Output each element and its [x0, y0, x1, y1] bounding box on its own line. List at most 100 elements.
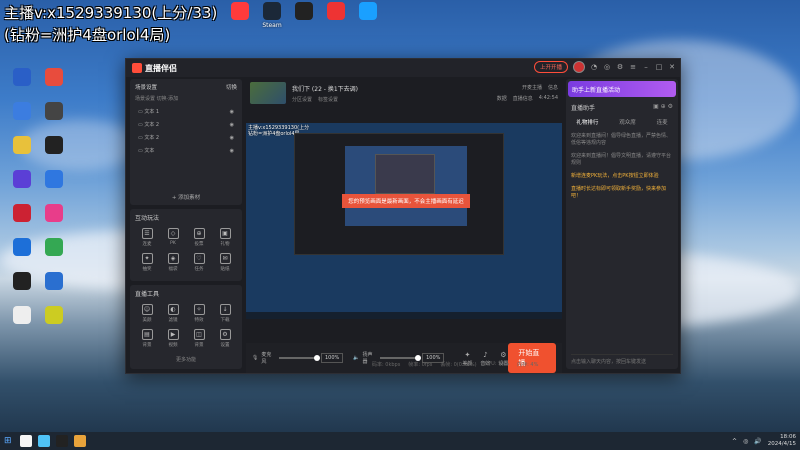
eye-icon[interactable]: ◉	[230, 109, 234, 115]
tab-mic[interactable]: 连麦	[657, 118, 668, 126]
tool-button[interactable]: ✉ 贴纸	[212, 253, 238, 272]
tool-button[interactable]: ◈ 福袋	[160, 253, 186, 272]
mic-slider[interactable]	[278, 355, 320, 361]
tool-icon: ↓	[219, 304, 231, 315]
desktop-icon[interactable]	[34, 170, 74, 190]
go-live-pill[interactable]: 上开开播	[533, 61, 568, 73]
more-features[interactable]: 更多功能	[130, 356, 242, 363]
tool-button[interactable]: ✦ 抽奖	[134, 253, 160, 272]
desktop-icon[interactable]	[34, 272, 74, 292]
taskbar-app-icon[interactable]	[55, 435, 68, 447]
nested-preview-inner	[375, 154, 435, 194]
stream-preview[interactable]: 主播v:x1529339130(上分 钻粉=洲护4盘orlol4局 您的预览画面…	[246, 123, 562, 319]
tool-button[interactable]: ▣ 礼物	[212, 228, 238, 247]
tool-button[interactable]: ◇ PK	[160, 228, 186, 247]
desktop-icon[interactable]	[34, 238, 74, 258]
app-icon	[359, 2, 377, 20]
info-link[interactable]: 信息	[548, 84, 558, 91]
status-line: 码率: 0kbps 帧率: 0fps 丢帧: 0(0.00%) CPU: 15% 内存:…	[372, 361, 538, 368]
status-item: 内存: 4%	[517, 362, 539, 368]
close-icon[interactable]: ✕	[668, 63, 676, 71]
category-tag[interactable]: 分区设置	[292, 96, 312, 103]
interaction-grid: ☰ 连麦 ◇ PK ⊕ 投票 ▣ 礼物 ✦ 抽奖 ◈ 福袋 ♡ 任务 ✉ 贴纸	[130, 226, 242, 274]
desktop-icon[interactable]	[34, 102, 74, 122]
scene-switch[interactable]: 切换	[226, 83, 237, 91]
source-row[interactable]: ▭ 文本 1 ◉	[130, 105, 242, 118]
streamer-overlay-line1: 主播v:x1529339130(上分/33)	[4, 4, 218, 22]
app-icon	[13, 102, 31, 120]
tool-button[interactable]: ◫ 背景	[186, 329, 212, 348]
status-item: CPU: 15%	[484, 361, 510, 367]
minimize-icon[interactable]: –	[642, 63, 650, 71]
mic-icon[interactable]: 🎙	[252, 355, 258, 361]
source-row[interactable]: ▭ 文本 ◉	[130, 144, 242, 157]
tool-button[interactable]: ↓ 下载	[212, 304, 238, 323]
desktop-icon[interactable]	[34, 136, 74, 156]
assistant-tools[interactable]: ▣ ⊕ ⚙	[653, 103, 673, 112]
tool-button[interactable]: ☺ 美颜	[134, 304, 160, 323]
desktop-icon[interactable]	[34, 306, 74, 326]
clock[interactable]: 18:06 2024/4/15	[768, 434, 796, 448]
tool-button[interactable]: ✧ 特效	[186, 304, 212, 323]
tool-button[interactable]: ⚙ 设置	[212, 329, 238, 348]
desktop-icon[interactable]	[34, 68, 74, 88]
tool-label: 抽奖	[142, 267, 152, 272]
tool-button[interactable]: ◐ 滤镜	[160, 304, 186, 323]
taskbar-app-icon[interactable]	[73, 435, 86, 447]
eye-icon[interactable]: ◉	[230, 135, 234, 141]
data-link[interactable]: 数据	[497, 95, 507, 102]
source-name: ▭ 文本 2	[138, 122, 160, 128]
live-info-link[interactable]: 直播信息	[513, 95, 533, 102]
speaker-icon[interactable]: 🔈	[353, 355, 359, 361]
app-icon	[13, 238, 31, 256]
tool-button[interactable]: ▤ 背景	[134, 329, 160, 348]
app-icon	[45, 68, 63, 86]
tool-label: 福袋	[168, 267, 178, 272]
tool-button[interactable]: ♡ 任务	[186, 253, 212, 272]
taskbar-app-icon[interactable]	[37, 435, 50, 447]
app-icon	[45, 102, 63, 120]
mic-value[interactable]: 100%	[320, 353, 344, 363]
chevron-up-icon[interactable]: ^	[732, 438, 737, 445]
promo-banner[interactable]: 助手上新直播活动	[568, 81, 676, 97]
source-row[interactable]: ▭ 文本 2 ◉	[130, 131, 242, 144]
source-list: ▭ 文本 1 ◉ ▭ 文本 2 ◉ ▭ 文本 2 ◉ ▭ 文本 ◉	[130, 105, 242, 157]
bell-icon[interactable]: ◔	[590, 63, 598, 71]
headset-icon[interactable]: ◎	[603, 63, 611, 71]
room-thumbnail[interactable]	[250, 82, 286, 104]
tool-button[interactable]: ▶ 视频	[160, 329, 186, 348]
maximize-icon[interactable]: □	[655, 63, 663, 71]
tool-button[interactable]: ⊕ 投票	[186, 228, 212, 247]
tool-button[interactable]: ☰ 连麦	[134, 228, 160, 247]
tools-grid: ☺ 美颜 ◐ 滤镜 ✧ 特效 ↓ 下载 ▤ 背景 ▶ 视频 ◫ 背景 ⚙ 设置	[130, 302, 242, 350]
desktop-icon[interactable]	[34, 204, 74, 224]
add-source-button[interactable]: + 添加素材	[130, 193, 242, 201]
avatar[interactable]	[573, 61, 585, 73]
source-name: ▭ 文本	[138, 148, 155, 154]
scene-panel: 场景设置 切换 场景设置 切换·添加 ▭ 文本 1 ◉ ▭ 文本 2 ◉ ▭ 文本 2 ◉…	[130, 79, 242, 205]
start-live-button[interactable]: 开始直播	[508, 343, 556, 373]
interaction-title: 互动玩法	[135, 215, 160, 222]
eye-icon[interactable]: ◉	[230, 148, 234, 154]
volume-icon[interactable]: 🔊	[754, 438, 761, 445]
network-icon[interactable]: ◎	[743, 438, 748, 445]
desktop-icon[interactable]	[348, 2, 388, 22]
tab-gift-rank[interactable]: 礼物排行	[576, 118, 598, 126]
tab-audience[interactable]: 观众席	[619, 118, 636, 126]
taskbar-app-icon[interactable]	[19, 435, 32, 447]
source-row[interactable]: ▭ 文本 2 ◉	[130, 118, 242, 131]
tool-label: 礼物	[220, 242, 230, 247]
room-title[interactable]: 我们下 (22 - 换1下去调)	[292, 84, 358, 93]
app-icon	[45, 170, 63, 188]
chat-input[interactable]: 点击输入聊天内容，按回车键发送	[571, 354, 673, 365]
windows-start-icon[interactable]: ⊞	[4, 436, 12, 446]
speaker-slider[interactable]	[380, 355, 422, 361]
mic-host-link[interactable]: 开麦主播	[522, 84, 542, 91]
control-bar: 🎙 麦克风 100% 🔈 扬声器 100% ✦ 美颜 ♪ 音效 ⚙ 设置 开始直…	[246, 343, 562, 373]
eye-icon[interactable]: ◉	[230, 122, 234, 128]
tool-label: 滤镜	[168, 318, 178, 323]
menu-icon[interactable]: ≡	[629, 63, 637, 71]
settings-icon[interactable]: ⚙	[616, 63, 624, 71]
music-icon: ♪	[483, 350, 488, 359]
label-tag[interactable]: 标签设置	[318, 96, 338, 103]
